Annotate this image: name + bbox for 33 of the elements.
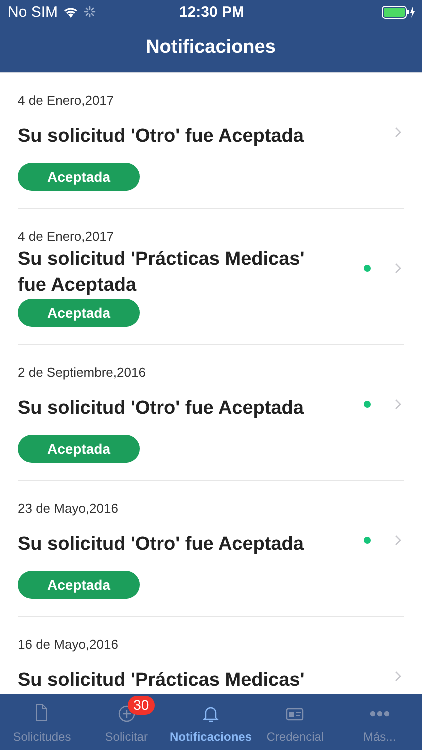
count-badge: 30: [128, 696, 156, 715]
notification-title: Su solicitud 'Otro' fue Aceptada: [18, 533, 305, 557]
notification-title: Su solicitud 'Prácticas Medicas': [18, 669, 306, 693]
status-badge: Aceptada: [18, 299, 140, 327]
notification-date: 23 de Mayo,2016: [18, 500, 120, 518]
notification-title: Su solicitud 'Otro' fue Aceptada: [18, 397, 305, 421]
status-badge: Aceptada: [18, 435, 140, 463]
notification-row[interactable]: 23 de Mayo,2016 Su solicitud 'Otro' fue Aceptada Aceptada: [18, 481, 404, 617]
notification-date: 4 de Enero,2017: [18, 92, 116, 110]
spinner-icon: [84, 6, 96, 18]
notification-row[interactable]: 4 de Enero,2017 Su solicitud 'Otro' fue Aceptada Aceptada: [18, 73, 404, 209]
notification-date: 2 de Septiembre,2016: [18, 364, 147, 382]
notification-date: 4 de Enero,2017: [18, 228, 116, 246]
more-icon: [368, 711, 392, 717]
chevron-icon: [395, 398, 402, 410]
screen-title: Notificaciones: [146, 37, 276, 59]
chevron-icon: [395, 126, 402, 138]
carrier-label: No SIM: [8, 4, 58, 20]
tab-item[interactable]: Notificaciones: [168, 694, 254, 750]
tab-item[interactable]: 30 Solicitar: [84, 694, 169, 750]
notification-title: Su solicitud 'Prácticas Medicas' fue Aceptada: [18, 248, 306, 298]
chevron-icon: [395, 262, 402, 274]
chevron-icon: [395, 670, 402, 682]
status-badge: Aceptada: [18, 163, 140, 191]
status-badge: Aceptada: [18, 571, 140, 599]
notification-title: Su solicitud 'Otro' fue Aceptada: [18, 125, 305, 149]
chevron-icon: [395, 534, 402, 546]
notification-row[interactable]: 2 de Septiembre,2016 Su solicitud 'Otro' fue Aceptada Aceptada: [18, 345, 404, 481]
wifi-icon: [63, 6, 80, 18]
notification-date: 16 de Mayo,2016: [18, 636, 120, 654]
notification-row[interactable]: 4 de Enero,2017 Su solicitud 'Prácticas Medicas' fue Aceptada Aceptada: [18, 209, 404, 345]
battery-icon: [382, 6, 416, 18]
clock: 12:30 PM: [179, 4, 245, 20]
